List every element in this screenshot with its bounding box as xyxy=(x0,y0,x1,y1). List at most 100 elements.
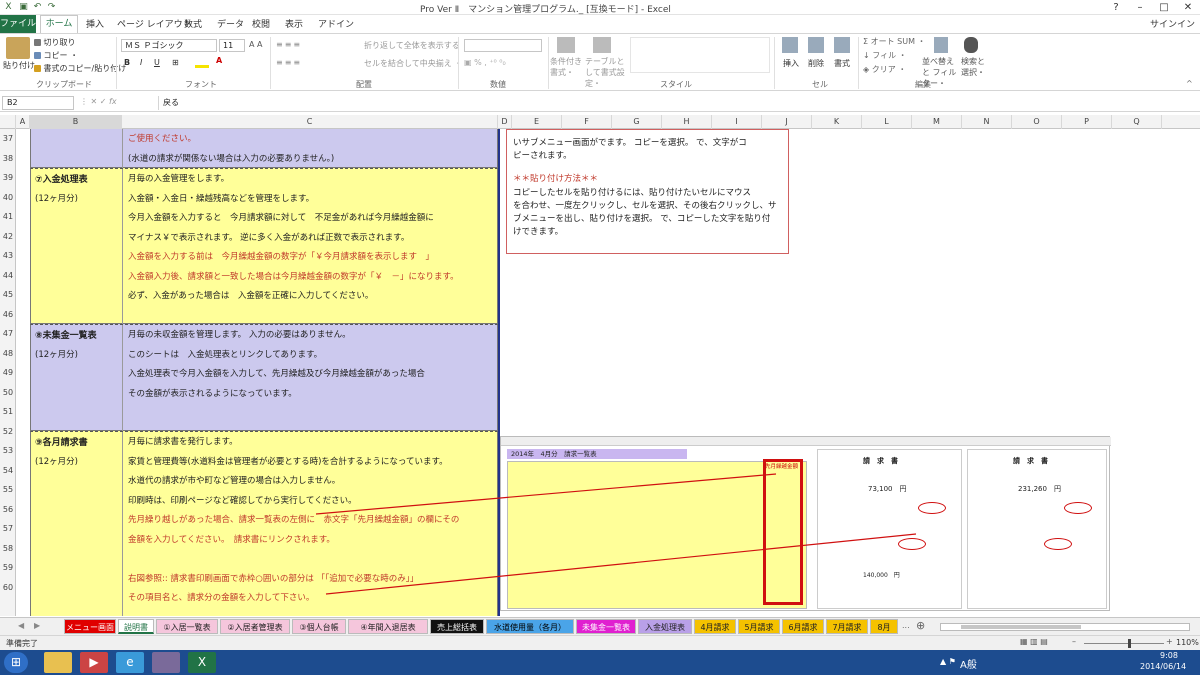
sheet-tab-receipts[interactable]: 入金処理表 xyxy=(638,619,692,634)
close-button[interactable]: ✕ xyxy=(1176,0,1200,15)
cut-button[interactable]: 切り取り xyxy=(34,37,76,48)
more-tabs-icon[interactable]: ... xyxy=(902,621,910,630)
row-header[interactable]: 46 xyxy=(0,305,16,325)
cell-styles-gallery[interactable] xyxy=(630,37,770,73)
row-header[interactable]: 54 xyxy=(0,461,16,481)
row-header[interactable]: 47 xyxy=(0,324,16,344)
row-header[interactable]: 58 xyxy=(0,539,16,559)
tab-formulas[interactable]: 数式 xyxy=(184,17,202,30)
row-header[interactable]: 41 xyxy=(0,207,16,227)
worksheet-grid[interactable]: ご使用ください。 (水道の請求が関係ない場合は入力の必要ありません。) ⑦入金処… xyxy=(16,129,1200,616)
underline-button[interactable]: U xyxy=(154,58,160,67)
collapse-ribbon-icon[interactable]: ^ xyxy=(1186,79,1193,88)
font-name-select[interactable]: ＭＳ Ｐゴシック xyxy=(121,39,217,52)
row-header[interactable]: 51 xyxy=(0,402,16,422)
sheet-tab-august[interactable]: 8月 xyxy=(870,619,898,634)
name-box[interactable]: B2 xyxy=(2,96,74,110)
tray-icons[interactable]: ▲ ⚑ xyxy=(940,657,956,666)
ime-indicator[interactable]: A般 xyxy=(960,656,977,671)
row-header[interactable]: 53 xyxy=(0,441,16,461)
zoom-in-button[interactable]: + xyxy=(1166,637,1173,646)
row-header[interactable]: 45 xyxy=(0,285,16,305)
row-header[interactable]: 55 xyxy=(0,480,16,500)
zoom-out-button[interactable]: – xyxy=(1072,637,1076,646)
undo-icon[interactable]: ↶ xyxy=(32,2,43,12)
column-header[interactable]: D xyxy=(498,115,512,129)
zoom-slider[interactable] xyxy=(1084,643,1164,644)
horizontal-scrollbar[interactable] xyxy=(940,623,1190,631)
file-explorer-icon[interactable] xyxy=(44,652,72,673)
format-painter-button[interactable]: 書式のコピー/貼り付け xyxy=(34,63,126,74)
sheet-tab-tenant-list[interactable]: ①入居一覧表 xyxy=(156,619,218,634)
media-player-icon[interactable]: ▶ xyxy=(80,652,108,673)
clock-time[interactable]: 9:08 xyxy=(1160,651,1178,660)
column-header[interactable]: B xyxy=(30,115,122,129)
formula-input[interactable]: 戻る xyxy=(158,96,1198,110)
row-header[interactable]: 52 xyxy=(0,422,16,442)
font-color-icon[interactable]: A xyxy=(216,56,222,65)
column-header[interactable]: I xyxy=(712,115,762,129)
sheet-tab-april[interactable]: 4月請求 xyxy=(694,619,736,634)
row-header[interactable]: 42 xyxy=(0,227,16,247)
sheet-tab-tenant-mgmt[interactable]: ②入居者管理表 xyxy=(220,619,290,634)
row-header[interactable]: 48 xyxy=(0,344,16,364)
column-header[interactable]: E xyxy=(512,115,562,129)
paste-button[interactable]: 貼り付け xyxy=(3,60,35,71)
zoom-slider-thumb[interactable] xyxy=(1128,639,1131,648)
sheet-tab-annual[interactable]: ④年間入退居表 xyxy=(348,619,428,634)
tab-insert[interactable]: 挿入 xyxy=(86,17,104,30)
column-header[interactable]: M xyxy=(912,115,962,129)
column-header[interactable]: L xyxy=(862,115,912,129)
insert-cells-button[interactable]: 挿入 xyxy=(783,58,799,69)
sheet-tab-ledger[interactable]: ③個人台帳 xyxy=(292,619,346,634)
column-header[interactable]: Q xyxy=(1112,115,1162,129)
column-header[interactable]: O xyxy=(1012,115,1062,129)
italic-button[interactable]: I xyxy=(140,58,142,67)
sheet-tab-may[interactable]: 5月請求 xyxy=(738,619,780,634)
row-header[interactable]: 40 xyxy=(0,188,16,208)
column-header[interactable]: J xyxy=(762,115,812,129)
autosum-button[interactable]: Σ オート SUM ・ xyxy=(863,36,926,47)
wrap-text-button[interactable]: 折り返して全体を表示する xyxy=(364,40,460,51)
sheet-tab-sales[interactable]: 売上総括表 xyxy=(430,619,484,634)
row-header[interactable]: 43 xyxy=(0,246,16,266)
border-button[interactable]: ⊞ xyxy=(172,58,179,67)
row-header[interactable]: 38 xyxy=(0,149,16,169)
tab-view[interactable]: 表示 xyxy=(285,17,303,30)
delete-cells-button[interactable]: 削除 xyxy=(808,58,824,69)
signin-link[interactable]: サインイン xyxy=(1150,17,1195,30)
find-select-button[interactable]: 検索と 選択・ xyxy=(961,56,987,78)
font-size-select[interactable]: 11 xyxy=(219,39,245,52)
sheet-tab-manual[interactable]: 説明書 xyxy=(118,619,154,634)
row-header[interactable]: 37 xyxy=(0,129,16,149)
merge-center-button[interactable]: セルを結合して中央揃え ・ xyxy=(364,58,462,69)
row-header[interactable]: 59 xyxy=(0,558,16,578)
sheet-tab-uncollected[interactable]: 未集金一覧表 xyxy=(576,619,636,634)
sheet-tab-water[interactable]: 水道使用量（各月） xyxy=(486,619,574,634)
format-cells-button[interactable]: 書式 xyxy=(834,58,850,69)
row-header[interactable]: 60 xyxy=(0,578,16,598)
format-as-table-button[interactable]: テーブルとして書式設定・ xyxy=(585,56,625,89)
maximize-button[interactable]: □ xyxy=(1152,0,1176,15)
bold-button[interactable]: B xyxy=(124,58,130,67)
save-icon[interactable]: ▣ xyxy=(18,2,29,12)
tab-addin[interactable]: アドイン xyxy=(318,17,354,30)
column-header[interactable]: F xyxy=(562,115,612,129)
conditional-format-button[interactable]: 条件付き書式・ xyxy=(550,56,584,78)
align-top-buttons[interactable]: ≡≡≡ xyxy=(276,40,302,49)
help-icon[interactable]: ? xyxy=(1104,0,1128,15)
row-header[interactable]: 56 xyxy=(0,500,16,520)
start-button[interactable]: ⊞ xyxy=(4,652,28,673)
tab-review[interactable]: 校閲 xyxy=(252,17,270,30)
column-header[interactable]: H xyxy=(662,115,712,129)
fill-button[interactable]: ↓ フィル ・ xyxy=(863,50,907,61)
zoom-level[interactable]: 110% xyxy=(1176,638,1199,647)
sheet-tab-menu[interactable]: メニュー画面 xyxy=(64,619,116,634)
column-header[interactable]: N xyxy=(962,115,1012,129)
tab-data[interactable]: データ xyxy=(217,17,244,30)
copy-button[interactable]: コピー ・ xyxy=(34,50,78,61)
add-sheet-icon[interactable]: ⊕ xyxy=(916,619,925,632)
tab-file[interactable]: ファイル xyxy=(0,15,36,33)
number-format-buttons[interactable]: ▣ % , ⁺⁰ ⁰₀ xyxy=(464,58,506,67)
excel-taskbar-icon[interactable]: X xyxy=(188,652,216,673)
